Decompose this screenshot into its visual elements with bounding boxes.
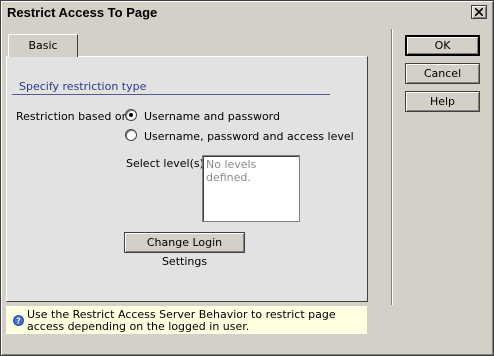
help-button[interactable]: Help [405, 91, 480, 112]
vertical-divider [391, 29, 392, 305]
svg-text:?: ? [16, 317, 21, 326]
cancel-button[interactable]: Cancel [405, 63, 480, 84]
help-question-icon: ? [13, 315, 24, 326]
titlebar: Restrict Access To Page [3, 3, 491, 23]
radio-username-password[interactable] [125, 109, 137, 121]
levels-label: Select level(s): [126, 157, 208, 170]
section-legend: Specify restriction type [19, 80, 147, 93]
radio-selected-icon [129, 113, 133, 117]
change-login-settings-button[interactable]: Change Login Settings [124, 232, 245, 268]
levels-listbox[interactable]: No levels defined. [202, 155, 300, 222]
restriction-label: Restriction based on: [16, 110, 133, 123]
window-title: Restrict Access To Page [7, 5, 158, 20]
radio-username-password-level-label[interactable]: Username, password and access level [144, 130, 354, 143]
close-icon [475, 8, 483, 16]
levels-placeholder: No levels defined. [206, 158, 257, 184]
radio-username-password-level[interactable] [125, 129, 137, 141]
help-text: Use the Restrict Access Server Behavior … [27, 308, 336, 333]
ok-button[interactable]: OK [405, 35, 480, 56]
section-divider [12, 94, 330, 95]
help-bar: ? Use the Restrict Access Server Behavio… [6, 306, 367, 334]
radio-username-password-label[interactable]: Username and password [144, 110, 280, 123]
dialog-window: Restrict Access To Page Basic Specify re… [0, 0, 494, 356]
close-button[interactable] [471, 5, 487, 19]
tab-basic[interactable]: Basic [8, 34, 78, 57]
